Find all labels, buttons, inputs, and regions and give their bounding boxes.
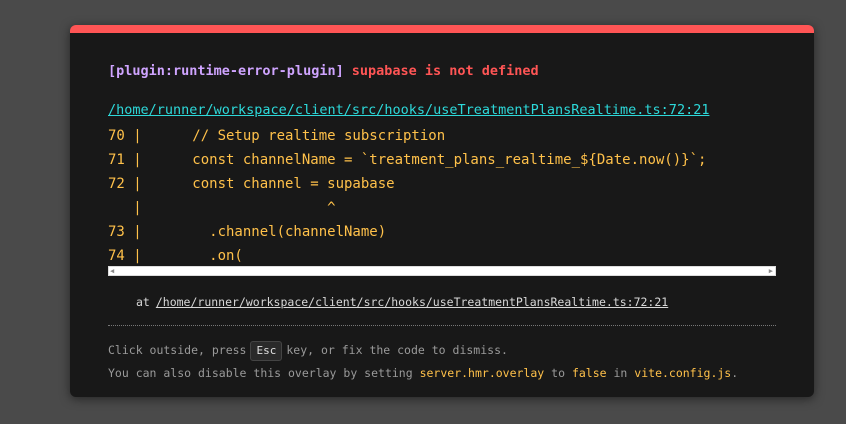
tip-text: key, or fix the code to dismiss. (286, 343, 508, 357)
code-line: 74 | .on( (108, 248, 243, 264)
dismiss-tip: Click outside, press Esc key, or fix the c… (108, 341, 508, 361)
code-line: 73 | .channel(channelName) (108, 224, 387, 240)
tip-text: in (613, 366, 628, 380)
tip-text: . (731, 366, 739, 380)
config-file: vite.config.js (634, 366, 732, 380)
stack-file-link[interactable]: /home/runner/workspace/client/src/hooks/… (156, 295, 668, 309)
setting-name: server.hmr.overlay (419, 366, 545, 380)
error-header: [plugin:runtime-error-plugin] supabase is… (108, 63, 539, 79)
scroll-left-icon[interactable]: ◀ (110, 267, 114, 275)
stack-prefix: at (136, 295, 150, 309)
error-message: supabase is not defined (351, 63, 539, 79)
code-frame: 70 | // Setup realtime subscription 71 |… (108, 124, 776, 268)
tip-text: Click outside, press (108, 343, 247, 357)
disable-tip: You can also disable this overlay by set… (108, 366, 738, 380)
code-line: | ^ (108, 200, 336, 216)
code-line: 72 | const channel = supabase (108, 176, 395, 192)
tip-text: to (551, 366, 565, 380)
code-line: 70 | // Setup realtime subscription (108, 128, 446, 144)
esc-key: Esc (250, 341, 283, 361)
error-file-link[interactable]: /home/runner/workspace/client/src/hooks/… (108, 102, 709, 118)
divider (108, 325, 776, 326)
stack-trace: at/home/runner/workspace/client/src/hook… (136, 295, 668, 309)
plugin-name: [plugin:runtime-error-plugin] (108, 63, 344, 79)
error-overlay: [plugin:runtime-error-plugin] supabase is… (70, 25, 814, 397)
code-line: 71 | const channelName = `treatment_plan… (108, 152, 707, 168)
horizontal-scrollbar[interactable]: ◀ ▶ (108, 266, 776, 276)
setting-value: false (571, 366, 607, 380)
tip-text: You can also disable this overlay by set… (108, 366, 413, 380)
scroll-right-icon[interactable]: ▶ (769, 267, 773, 275)
